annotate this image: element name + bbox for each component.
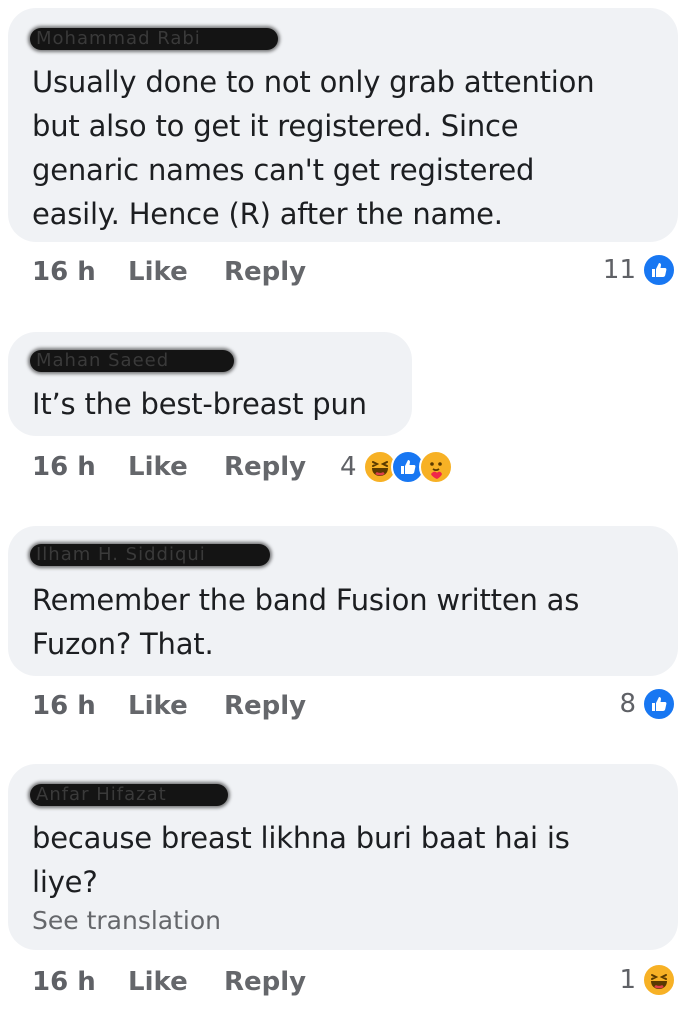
comment-actions: 16 h Like Reply bbox=[32, 447, 332, 487]
comment-bubble[interactable]: Ilham H. Siddiqui Remember the band Fusi… bbox=[8, 526, 678, 676]
comment-text: Remember the band Fusion written as Fuzo… bbox=[32, 583, 580, 661]
comment-actions: 16 h Like Reply bbox=[32, 686, 332, 726]
reaction-summary[interactable]: 1 bbox=[619, 960, 676, 1000]
comment-bubble[interactable]: Mahan Saeed It’s the best-breast pun bbox=[8, 332, 412, 436]
reaction-summary[interactable]: 4 bbox=[340, 447, 453, 487]
reaction-count: 4 bbox=[340, 452, 357, 482]
like-icon bbox=[642, 687, 676, 721]
see-translation-link[interactable]: See translation bbox=[32, 904, 221, 938]
comment-text: It’s the best-breast pun bbox=[32, 387, 367, 421]
reaction-count: 1 bbox=[619, 965, 636, 995]
reaction-summary[interactable]: 11 bbox=[603, 250, 676, 290]
comment-feed: Mohammad Rabi Usually done to not only g… bbox=[0, 0, 686, 1024]
comment-timestamp[interactable]: 16 h bbox=[32, 252, 96, 292]
care-icon bbox=[418, 450, 453, 484]
comment: Anfar Hifazat because breast likhna buri… bbox=[0, 750, 686, 1024]
comment: Ilham H. Siddiqui Remember the band Fusi… bbox=[0, 500, 686, 750]
reply-button[interactable]: Reply bbox=[224, 686, 306, 726]
comment-bubble[interactable]: Anfar Hifazat because breast likhna buri… bbox=[8, 764, 678, 950]
comment-timestamp[interactable]: 16 h bbox=[32, 686, 96, 726]
like-button[interactable]: Like bbox=[128, 252, 188, 292]
like-button[interactable]: Like bbox=[128, 962, 188, 1002]
comment-bubble[interactable]: Mohammad Rabi Usually done to not only g… bbox=[8, 8, 678, 242]
comment: Mahan Saeed It’s the best-breast pun 16 … bbox=[0, 300, 686, 500]
like-button[interactable]: Like bbox=[128, 686, 188, 726]
haha-icon bbox=[642, 963, 676, 997]
comment-author[interactable]: Anfar Hifazat bbox=[30, 784, 228, 806]
comment-author[interactable]: Ilham H. Siddiqui bbox=[30, 544, 270, 566]
comment-actions: 16 h Like Reply bbox=[32, 252, 652, 292]
comment-actions: 16 h Like Reply bbox=[32, 962, 332, 1002]
comment-author[interactable]: Mahan Saeed bbox=[30, 350, 234, 372]
reaction-count: 8 bbox=[619, 689, 636, 719]
comment-text: because breast likhna buri baat hai is l… bbox=[32, 821, 570, 899]
like-icon bbox=[642, 253, 676, 287]
reaction-count: 11 bbox=[602, 255, 636, 285]
reply-button[interactable]: Reply bbox=[224, 252, 306, 292]
comment: Mohammad Rabi Usually done to not only g… bbox=[0, 0, 686, 300]
comment-timestamp[interactable]: 16 h bbox=[32, 962, 96, 1002]
reply-button[interactable]: Reply bbox=[224, 447, 306, 487]
reaction-summary[interactable]: 8 bbox=[619, 684, 676, 724]
comment-author[interactable]: Mohammad Rabi bbox=[30, 28, 278, 50]
reply-button[interactable]: Reply bbox=[224, 962, 306, 1002]
like-button[interactable]: Like bbox=[128, 447, 188, 487]
comment-timestamp[interactable]: 16 h bbox=[32, 447, 96, 487]
comment-text: Usually done to not only grab attention … bbox=[32, 65, 595, 231]
